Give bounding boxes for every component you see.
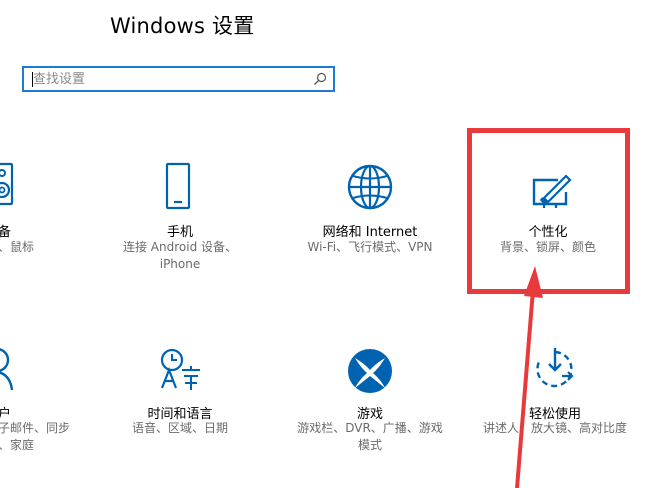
annotation-arrow bbox=[515, 266, 543, 488]
